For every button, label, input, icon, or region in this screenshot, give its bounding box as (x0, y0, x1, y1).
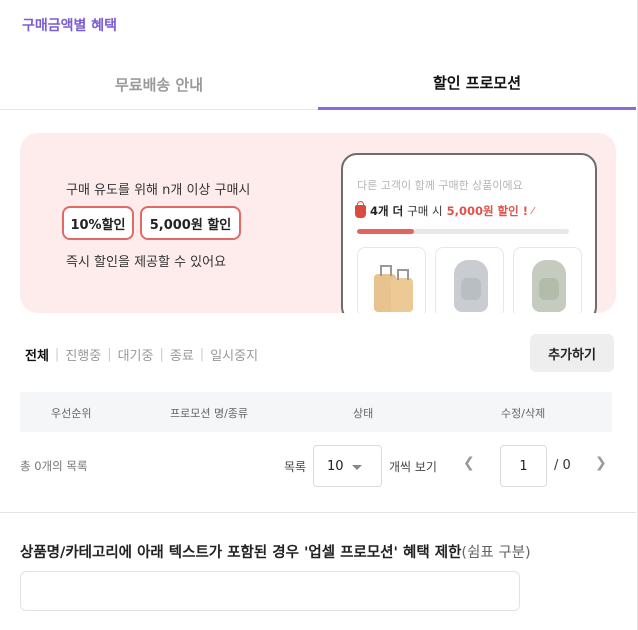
caret-down-icon (352, 465, 362, 470)
promo-banner: 구매 유도를 위해 n개 이상 구매시 10%할인 5,000원 할인 즉시 할… (20, 133, 616, 313)
preview-caption: 다른 고객이 함께 구매한 상품이에요 (357, 179, 523, 192)
filter-in-progress[interactable]: 진행중 (65, 345, 101, 364)
exclude-text-title: 상품명/카테고리에 아래 텍스트가 포함된 경우 '업셀 프로모션' 혜택 제한… (20, 541, 531, 562)
preview-progress-fill (357, 229, 415, 234)
header-edit-delete: 수정/삭제 (501, 407, 546, 420)
page-frame: 구매금액별 혜택 무료배송 안내 할인 프로모션 구매 유도를 위해 n개 이상… (0, 0, 638, 630)
thumbnail-suitcase (357, 247, 426, 313)
promo-mid: 구매 시 (407, 204, 443, 218)
tab-bar: 무료배송 안내 할인 프로모션 (0, 58, 636, 110)
banner-text-top: 구매 유도를 위해 n개 이상 구매시 (66, 183, 251, 198)
shopping-bag-icon (355, 200, 366, 218)
phone-preview: 다른 고객이 함께 구매한 상품이에요 4개 더 구매 시 5,000원 할인 … (341, 153, 597, 313)
filter-separator: | (159, 347, 164, 362)
sparkle-icon: ⁄ (531, 205, 534, 217)
per-page-suffix: 개씩 보기 (389, 460, 437, 474)
add-button[interactable]: 추가하기 (530, 334, 614, 372)
status-filters: 전체 | 진행중 | 대기중 | 종료 | 일시중지 (25, 345, 258, 364)
filter-separator: | (199, 347, 205, 362)
suitcase-icon (391, 269, 413, 312)
table-header: 우선순위 프로모션 명/종류 상태 수정/삭제 (20, 392, 612, 432)
exclude-title-text: 상품명/카테고리에 아래 텍스트가 포함된 경우 '업셀 프로모션' 혜택 제한 (20, 545, 462, 561)
section-divider (0, 512, 636, 513)
thumbnail-backpack-green (513, 247, 582, 313)
promo-count: 4개 더 (370, 204, 404, 218)
chevron-left-icon[interactable]: ❮ (463, 455, 475, 471)
backpack-icon (454, 260, 488, 312)
page-total: / 0 (554, 458, 571, 473)
preview-promo-line: 4개 더 구매 시 5,000원 할인 ! ⁄ (355, 200, 534, 219)
filter-separator: | (107, 347, 112, 362)
page-number-input[interactable] (500, 445, 547, 487)
total-count: 총 0개의 목록 (20, 459, 88, 473)
thumbnail-backpack-grey (435, 247, 504, 313)
filter-paused[interactable]: 일시중지 (210, 345, 258, 364)
filter-ended[interactable]: 종료 (170, 345, 194, 364)
banner-text-bottom: 즉시 할인을 제공할 수 있어요 (66, 255, 227, 270)
chevron-right-icon[interactable]: ❯ (595, 455, 607, 471)
exclude-text-input[interactable] (20, 571, 520, 611)
header-priority: 우선순위 (51, 407, 92, 420)
discount-pill-percent: 10%할인 (62, 206, 134, 240)
promo-discount: 5,000원 할인 ! (446, 204, 528, 218)
filter-all[interactable]: 전체 (25, 345, 49, 364)
exclude-hint: (쉼표 구분) (461, 545, 531, 561)
header-status: 상태 (353, 407, 374, 420)
tab-discount-promotion[interactable]: 할인 프로모션 (318, 58, 636, 110)
preview-thumbnails (357, 247, 582, 313)
per-page-value: 10 (327, 459, 344, 474)
per-page-select[interactable]: 10 (313, 445, 382, 487)
header-promotion-name: 프로모션 명/종류 (170, 407, 249, 420)
tab-free-shipping[interactable]: 무료배송 안내 (0, 58, 318, 110)
filter-waiting[interactable]: 대기중 (118, 345, 154, 364)
filter-separator: | (54, 347, 60, 362)
section-title: 구매금액별 혜택 (22, 18, 118, 34)
discount-pill-amount: 5,000원 할인 (140, 206, 241, 240)
list-label: 목록 (284, 460, 307, 474)
backpack-icon (532, 260, 566, 312)
preview-progress-bar (357, 229, 569, 234)
